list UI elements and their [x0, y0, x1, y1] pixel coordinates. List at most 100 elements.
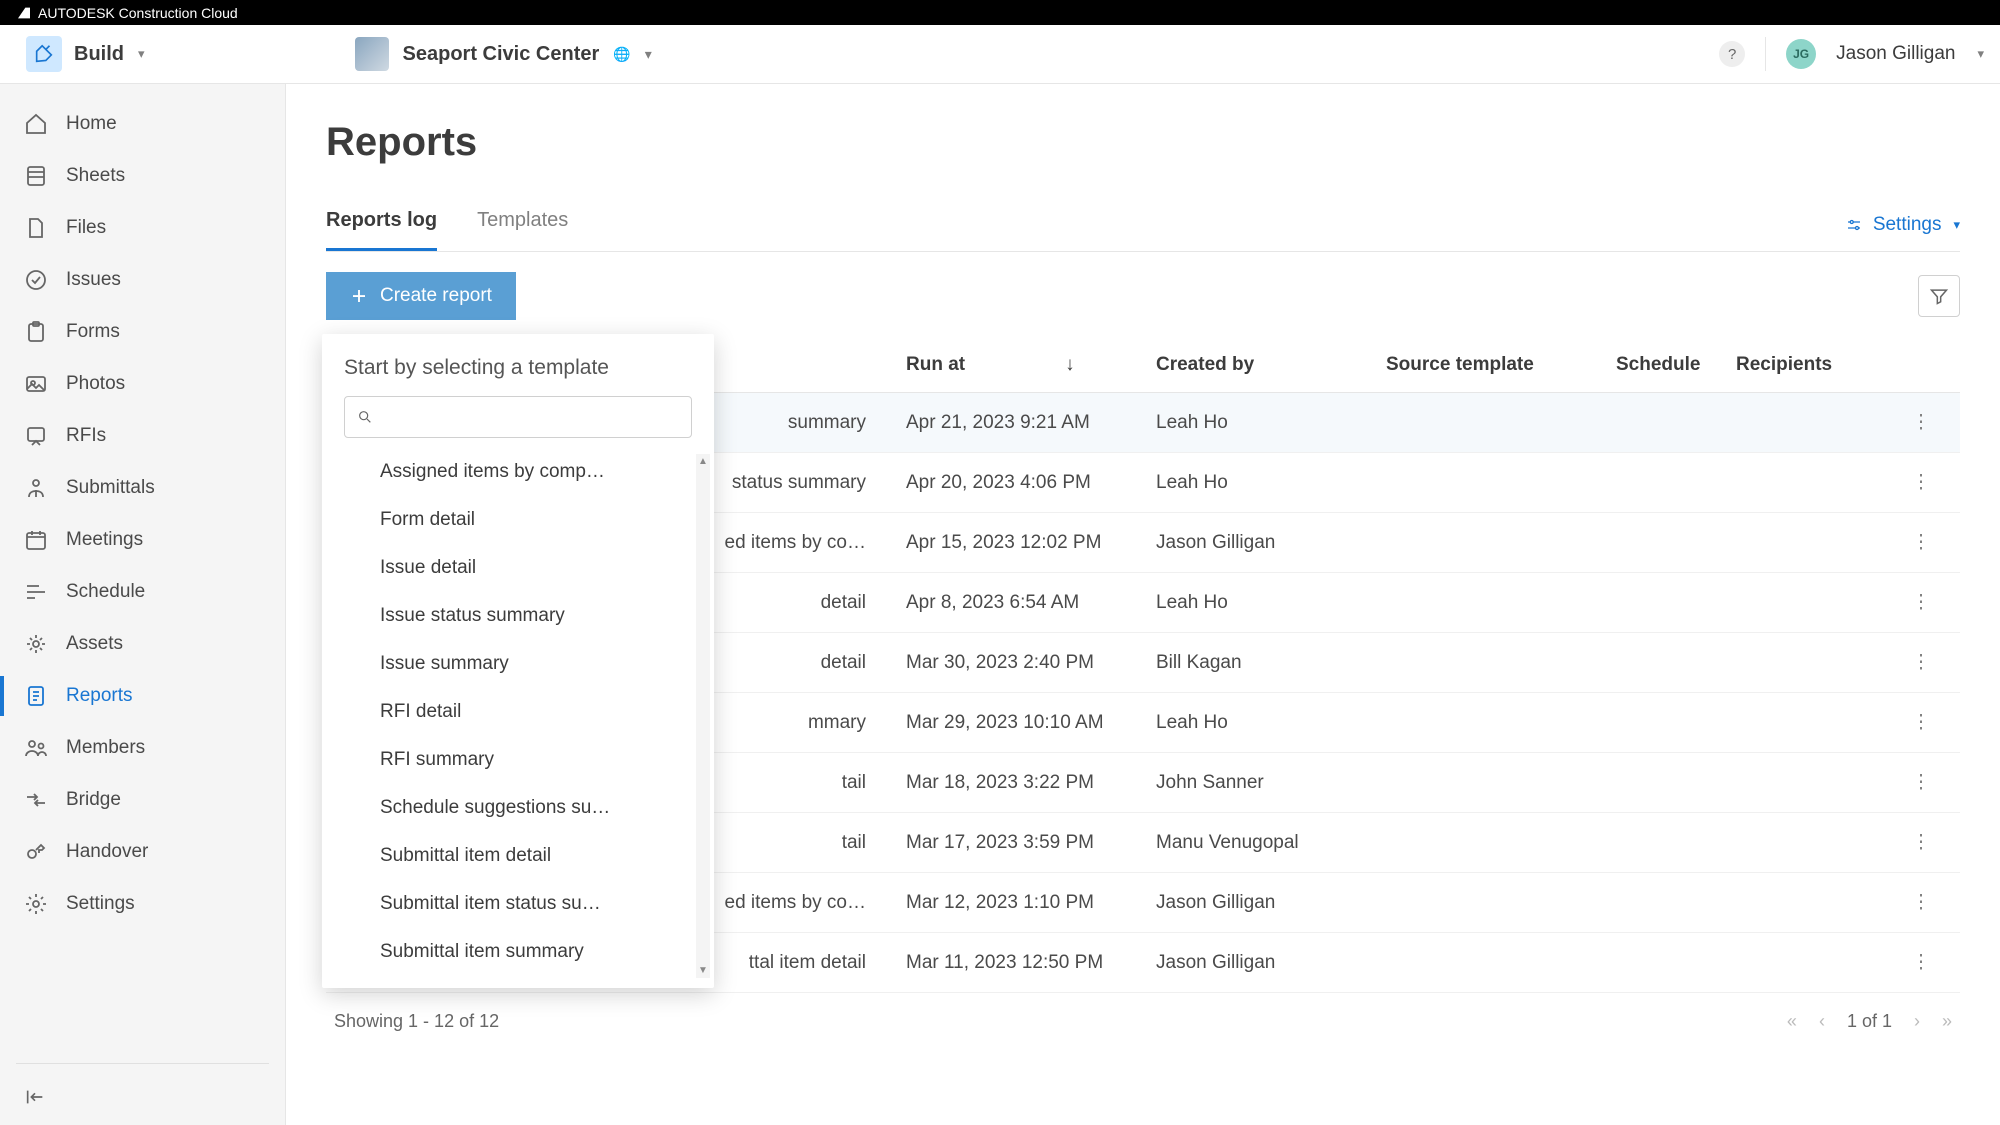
scroll-up-icon[interactable]: ▲ [697, 456, 709, 467]
tab-reports-log[interactable]: Reports log [326, 199, 437, 251]
sidebar-item-assets[interactable]: Assets [0, 618, 285, 670]
template-search[interactable] [344, 396, 692, 438]
settings-link[interactable]: Settings ▾ [1845, 214, 1960, 236]
actions-row: Create report [326, 272, 1960, 320]
row-actions-button[interactable]: ⋮ [1896, 411, 1946, 434]
row-actions-button[interactable]: ⋮ [1896, 711, 1946, 734]
cell-run-at: Mar 30, 2023 2:40 PM [906, 652, 1156, 674]
template-option[interactable]: Issue status summary [322, 592, 714, 640]
cell-created-by: Bill Kagan [1156, 652, 1386, 674]
sidebar-item-forms[interactable]: Forms [0, 306, 285, 358]
sidebar-item-submittals[interactable]: Submittals [0, 462, 285, 514]
chevron-down-icon: ▾ [138, 46, 145, 62]
cell-run-at: Mar 29, 2023 10:10 AM [906, 712, 1156, 734]
sort-desc-icon: ↓ [1065, 354, 1075, 376]
create-report-button[interactable]: Create report [326, 272, 516, 320]
project-switcher[interactable]: Seaport Civic Center 🌐 ▾ [355, 37, 652, 71]
cell-created-by: Leah Ho [1156, 472, 1386, 494]
cell-run-at: Mar 12, 2023 1:10 PM [906, 892, 1156, 914]
sidebar-item-label: Sheets [66, 165, 125, 187]
scroll-down-icon[interactable]: ▼ [697, 965, 709, 976]
sidebar-item-handover[interactable]: Handover [0, 826, 285, 878]
sidebar-item-reports[interactable]: Reports [0, 670, 285, 722]
sidebar-item-label: Home [66, 113, 117, 135]
page-last-button[interactable]: » [1942, 1011, 1952, 1032]
template-option[interactable]: Assigned items by comp… [322, 448, 714, 496]
cell-run-at: Apr 20, 2023 4:06 PM [906, 472, 1156, 494]
sidebar-item-schedule[interactable]: Schedule [0, 566, 285, 618]
sidebar-item-rfis[interactable]: RFIs [0, 410, 285, 462]
template-option[interactable]: Submittal item detail [322, 832, 714, 880]
sidebar-item-settings[interactable]: Settings [0, 878, 285, 930]
col-source-template[interactable]: Source template [1386, 354, 1616, 376]
template-search-input[interactable] [383, 407, 679, 427]
user-avatar[interactable]: JG [1786, 39, 1816, 69]
sidebar-item-label: RFIs [66, 425, 106, 447]
template-dropdown: Start by selecting a template Assigned i… [322, 334, 714, 988]
page-prev-button[interactable]: ‹ [1819, 1011, 1825, 1032]
scrollbar[interactable] [696, 454, 710, 978]
sidebar-item-home[interactable]: Home [0, 98, 285, 150]
cell-created-by: Leah Ho [1156, 412, 1386, 434]
cell-run-at: Mar 18, 2023 3:22 PM [906, 772, 1156, 794]
cell-created-by: John Sanner [1156, 772, 1386, 794]
template-option[interactable]: Submittal item status su… [322, 880, 714, 928]
tab-templates[interactable]: Templates [477, 199, 568, 251]
row-actions-button[interactable]: ⋮ [1896, 771, 1946, 794]
sidebar-item-meetings[interactable]: Meetings [0, 514, 285, 566]
cell-run-at: Mar 17, 2023 3:59 PM [906, 832, 1156, 854]
sidebar: Home Sheets Files Issues Forms Photos RF… [0, 84, 286, 1125]
col-run-at[interactable]: Run at↓ [906, 354, 1156, 376]
divider [1765, 37, 1766, 71]
row-actions-button[interactable]: ⋮ [1896, 591, 1946, 614]
cell-created-by: Jason Gilligan [1156, 892, 1386, 914]
cell-run-at: Apr 8, 2023 6:54 AM [906, 592, 1156, 614]
build-icon [26, 36, 62, 72]
template-option[interactable]: RFI summary [322, 736, 714, 784]
sidebar-item-files[interactable]: Files [0, 202, 285, 254]
sidebar-item-label: Assets [66, 633, 123, 655]
row-actions-button[interactable]: ⋮ [1896, 891, 1946, 914]
cell-created-by: Leah Ho [1156, 592, 1386, 614]
row-actions-button[interactable]: ⋮ [1896, 831, 1946, 854]
sidebar-item-photos[interactable]: Photos [0, 358, 285, 410]
template-option[interactable]: Schedule suggestions su… [322, 784, 714, 832]
template-option[interactable]: Issue summary [322, 640, 714, 688]
chevron-down-icon[interactable]: ▾ [1977, 46, 1984, 62]
app-header: Build ▾ Seaport Civic Center 🌐 ▾ ? JG Ja… [0, 25, 2000, 84]
help-button[interactable]: ? [1719, 41, 1745, 67]
product-switcher[interactable]: Build ▾ [16, 30, 155, 78]
table-footer: Showing 1 - 12 of 12 « ‹ 1 of 1 › » [326, 993, 1960, 1050]
sidebar-item-bridge[interactable]: Bridge [0, 774, 285, 826]
sidebar-item-label: Forms [66, 321, 120, 343]
col-schedule[interactable]: Schedule [1616, 354, 1736, 376]
sidebar-item-members[interactable]: Members [0, 722, 285, 774]
filter-button[interactable] [1918, 275, 1960, 317]
col-created-by[interactable]: Created by [1156, 354, 1386, 376]
row-actions-button[interactable]: ⋮ [1896, 951, 1946, 974]
cell-created-by: Jason Gilligan [1156, 952, 1386, 974]
divider [16, 1063, 269, 1064]
template-option[interactable]: Submittal item summary [322, 928, 714, 976]
template-option[interactable]: RFI detail [322, 688, 714, 736]
sidebar-item-label: Photos [66, 373, 125, 395]
sidebar-item-label: Schedule [66, 581, 145, 603]
page-first-button[interactable]: « [1787, 1011, 1797, 1032]
settings-link-label: Settings [1873, 214, 1942, 236]
cell-run-at: Mar 11, 2023 12:50 PM [906, 952, 1156, 974]
page-next-button[interactable]: › [1914, 1011, 1920, 1032]
row-actions-button[interactable]: ⋮ [1896, 471, 1946, 494]
col-recipients[interactable]: Recipients [1736, 354, 1896, 376]
sidebar-item-issues[interactable]: Issues [0, 254, 285, 306]
template-option[interactable]: Form detail [322, 496, 714, 544]
user-name: Jason Gilligan [1836, 43, 1955, 65]
row-actions-button[interactable]: ⋮ [1896, 651, 1946, 674]
page-title: Reports [326, 120, 1960, 165]
collapse-sidebar-button[interactable] [0, 1074, 285, 1125]
dropdown-title: Start by selecting a template [322, 356, 714, 396]
sidebar-item-sheets[interactable]: Sheets [0, 150, 285, 202]
row-actions-button[interactable]: ⋮ [1896, 531, 1946, 554]
chevron-down-icon: ▾ [1953, 217, 1960, 233]
template-option[interactable]: Issue detail [322, 544, 714, 592]
sidebar-item-label: Bridge [66, 789, 121, 811]
